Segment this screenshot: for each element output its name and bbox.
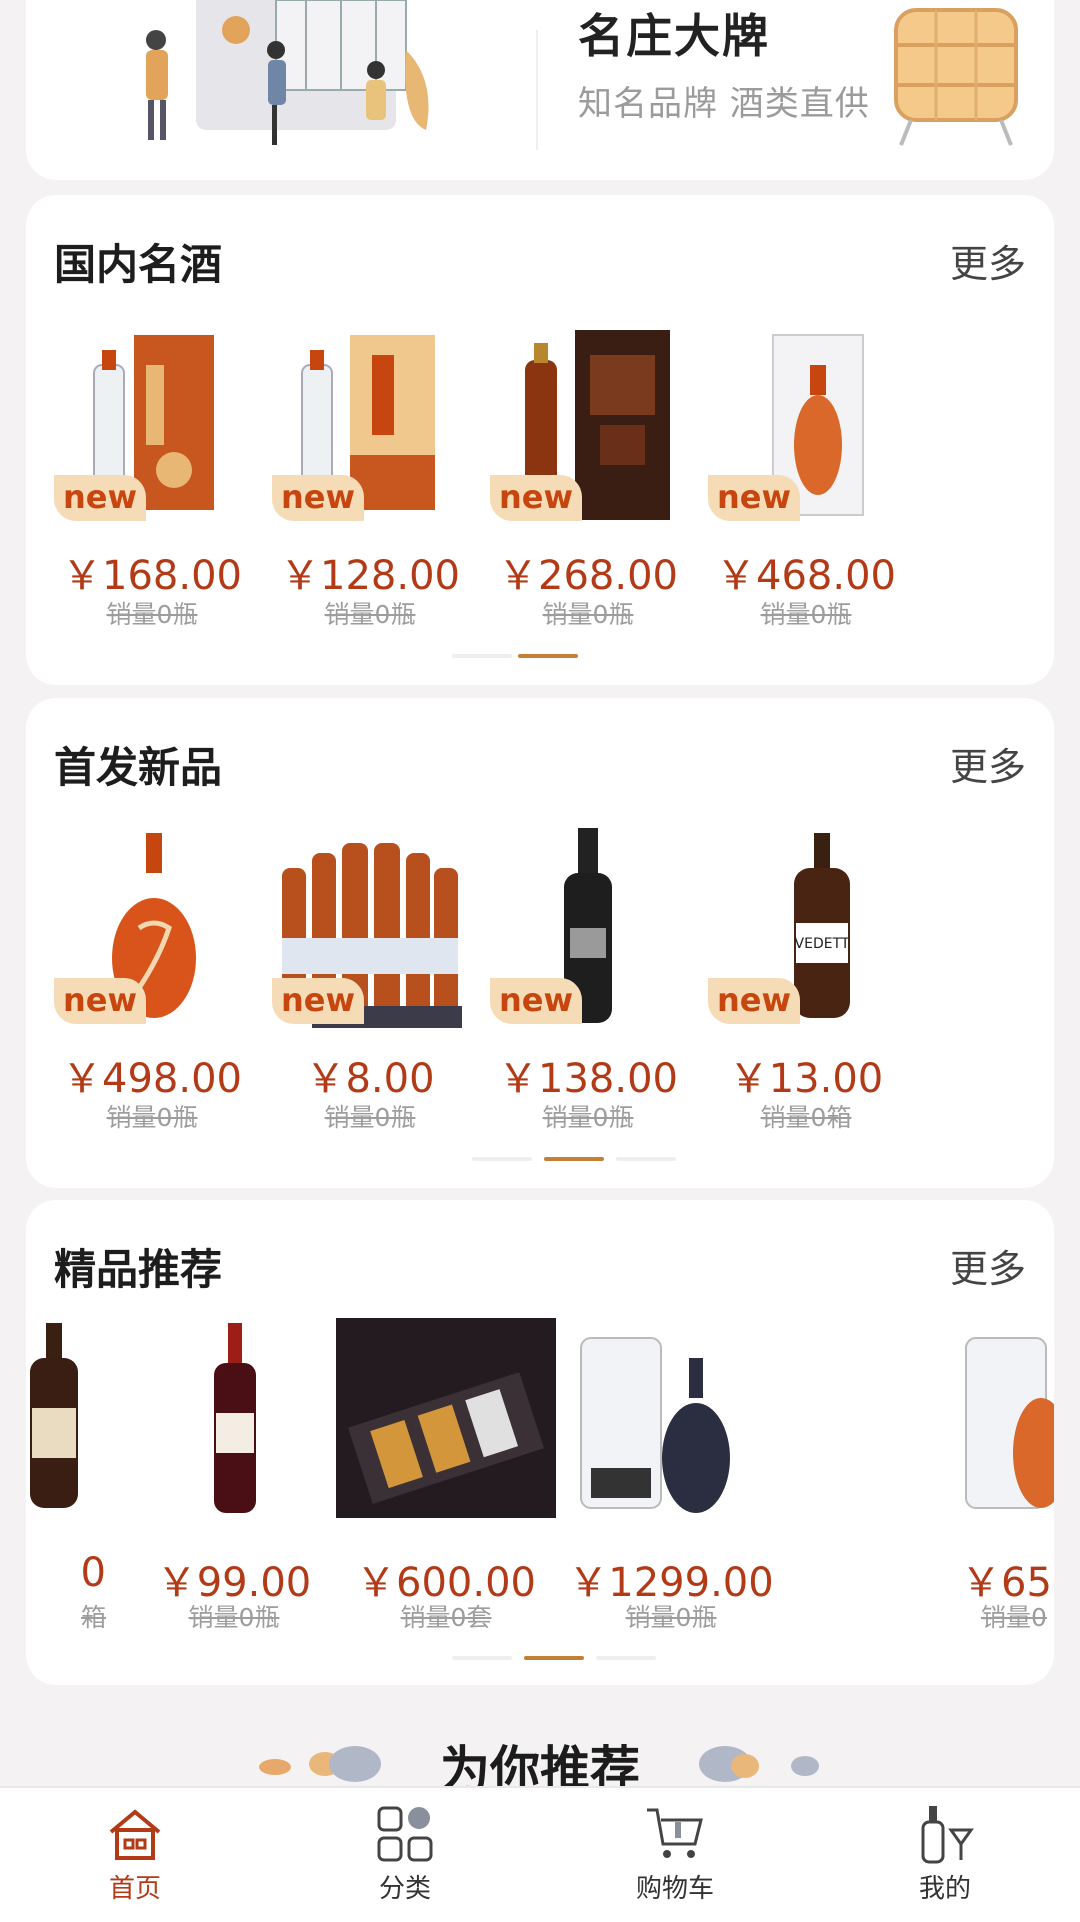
new-badge: new xyxy=(54,978,146,1024)
indicator-dot-active xyxy=(524,1656,584,1660)
new-badge: new xyxy=(708,978,800,1024)
svg-text:VEDETT: VEDETT xyxy=(795,936,850,952)
product-price: ￥268.00 xyxy=(498,553,678,599)
product-sales: 箱 xyxy=(80,1603,106,1632)
shopping-illustration xyxy=(146,0,429,145)
product-price: ￥468.00 xyxy=(716,553,896,599)
new-badge: new xyxy=(272,978,364,1024)
product-price: ￥168.00 xyxy=(62,553,242,599)
recommend-header: 为你推荐 xyxy=(0,1730,1080,1799)
section-title: 国内名酒 xyxy=(54,240,223,289)
indicator-dot xyxy=(452,654,512,658)
indicator-dot xyxy=(616,1157,676,1161)
indicator-dot xyxy=(596,1656,656,1660)
product-sales: 销量0瓶 xyxy=(106,600,198,629)
bottom-tab-bar: 首页 分类 购物车 我的 xyxy=(0,1786,1080,1922)
more-link[interactable]: 更多 xyxy=(950,1238,1026,1293)
product-price: ￥8.00 xyxy=(305,1056,435,1102)
product-sales: 销量0 xyxy=(981,1603,1047,1632)
product-price: ￥128.00 xyxy=(280,553,460,599)
product-sales: 销量0瓶 xyxy=(542,1103,634,1132)
tab-profile[interactable]: 我的 xyxy=(810,1788,1080,1922)
wine-barrel-icon xyxy=(894,8,1018,146)
wine-user-icon xyxy=(921,1806,974,1864)
product-sales: 销量0瓶 xyxy=(760,600,852,629)
more-link[interactable]: 更多 xyxy=(950,736,1026,791)
product-image xyxy=(30,1323,78,1508)
product-price: ￥138.00 xyxy=(498,1056,678,1102)
section-domestic-liquor: 国内名酒 更多 new ￥168.00 销量0瓶 new ￥128.00 销量0… xyxy=(26,195,1054,685)
product-price: ￥13.00 xyxy=(728,1056,884,1102)
product-sales: 销量0瓶 xyxy=(188,1603,280,1632)
tab-category[interactable]: 分类 xyxy=(270,1788,540,1922)
product-sales: 销量0瓶 xyxy=(625,1603,717,1632)
category-icon xyxy=(377,1806,433,1862)
new-badge: new xyxy=(490,475,582,521)
banner-divider xyxy=(536,30,538,150)
tab-label: 首页 xyxy=(108,1874,161,1904)
product-sales: 销量0套 xyxy=(400,1603,492,1632)
new-badge: new xyxy=(708,475,800,521)
product-sales: 销量0瓶 xyxy=(324,1103,416,1132)
product-image xyxy=(965,1337,1054,1509)
new-badge: new xyxy=(490,978,582,1024)
indicator-dot xyxy=(452,1656,512,1660)
new-badge: new xyxy=(272,475,364,521)
more-link[interactable]: 更多 xyxy=(950,233,1026,288)
new-badge: new xyxy=(54,475,146,521)
product-price: 0 xyxy=(80,1550,106,1596)
product-sales: 销量0瓶 xyxy=(106,1103,198,1132)
section-title: 首发新品 xyxy=(54,743,223,792)
product-sales: 销量0箱 xyxy=(760,1103,852,1132)
brand-banner[interactable]: 名庄大牌 知名品牌 酒类直供 xyxy=(26,0,1054,180)
home-icon xyxy=(109,1809,161,1860)
carousel-indicator xyxy=(452,654,602,658)
tab-label: 分类 xyxy=(378,1874,431,1904)
banner-subtitle: 知名品牌 酒类直供 xyxy=(578,84,870,124)
indicator-dot-active xyxy=(518,654,578,658)
tab-label: 我的 xyxy=(918,1874,971,1904)
section-title: 精品推荐 xyxy=(54,1245,223,1294)
carousel-indicator xyxy=(472,1157,682,1161)
product-sales: 销量0瓶 xyxy=(324,600,416,629)
tab-home[interactable]: 首页 xyxy=(0,1788,270,1922)
decor-bubbles-right xyxy=(699,1746,819,1782)
section-new-arrivals: 首发新品 更多 new ￥498.00 销量0瓶 new ￥8.00 销量0瓶 xyxy=(26,698,1054,1188)
carousel-indicator xyxy=(452,1656,672,1660)
product-price: ￥498.00 xyxy=(62,1056,242,1102)
cart-icon xyxy=(647,1808,703,1858)
banner-title: 名庄大牌 xyxy=(578,9,770,63)
product-sales: 销量0瓶 xyxy=(542,600,634,629)
section-premium-picks: 精品推荐 更多 0 箱 ￥99.00 销量0瓶 ￥600.00 销量0套 ￥12… xyxy=(26,1200,1054,1685)
tab-label: 购物车 xyxy=(635,1874,714,1904)
product-image xyxy=(214,1323,256,1513)
product-image xyxy=(580,1337,730,1513)
product-image xyxy=(336,1318,556,1518)
indicator-dot-active xyxy=(544,1157,604,1161)
tab-cart[interactable]: 购物车 xyxy=(540,1788,810,1922)
indicator-dot xyxy=(472,1157,532,1161)
